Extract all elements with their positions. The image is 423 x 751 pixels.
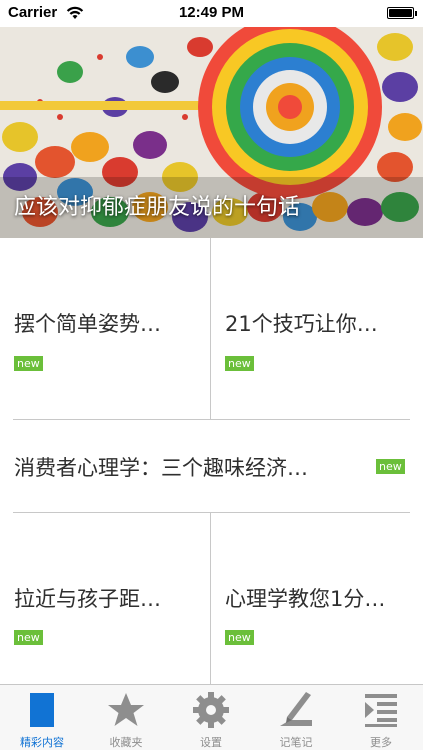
new-badge: new bbox=[225, 630, 254, 645]
article-card[interactable]: 摆个简单姿势… new bbox=[0, 238, 211, 419]
tab-notes[interactable]: 记笔记 bbox=[254, 685, 338, 751]
tab-more[interactable]: 更多 bbox=[339, 685, 423, 751]
battery-tip bbox=[415, 11, 417, 16]
gear-icon bbox=[193, 692, 229, 728]
new-badge: new bbox=[225, 356, 254, 371]
divider bbox=[210, 238, 211, 419]
article-title: 消费者心理学：三个趣味经济… bbox=[14, 456, 308, 480]
status-bar: Carrier 12:49 PM bbox=[0, 0, 423, 27]
pen-icon bbox=[280, 692, 312, 726]
article-card[interactable]: 拉近与孩子距… new bbox=[0, 513, 211, 684]
article-title: 拉近与孩子距… bbox=[14, 587, 161, 611]
tab-featured[interactable]: 精彩内容 bbox=[0, 685, 84, 751]
tab-label: 精彩内容 bbox=[20, 736, 64, 749]
article-title: 21个技巧让你… bbox=[225, 312, 378, 336]
tab-settings[interactable]: 设置 bbox=[169, 685, 253, 751]
tab-label: 记笔记 bbox=[279, 736, 313, 749]
divider bbox=[210, 513, 211, 684]
banner-caption: 应该对抑郁症朋友说的十句话 bbox=[14, 195, 301, 220]
article-card[interactable]: 消费者心理学：三个趣味经济… new bbox=[0, 420, 423, 512]
star-icon bbox=[108, 693, 144, 726]
tab-bar: 精彩内容 收藏夹 设置 记笔记 更多 bbox=[0, 684, 423, 750]
article-title: 摆个简单姿势… bbox=[14, 312, 161, 336]
tab-favorites[interactable]: 收藏夹 bbox=[84, 685, 168, 751]
article-card[interactable]: 心理学教您1分… new bbox=[211, 513, 423, 684]
tab-label: 设置 bbox=[200, 736, 222, 749]
article-card[interactable]: 21个技巧让你… new bbox=[211, 238, 423, 419]
new-badge: new bbox=[376, 459, 405, 474]
new-badge: new bbox=[14, 356, 43, 371]
tab-label: 收藏夹 bbox=[109, 736, 143, 749]
featured-banner[interactable]: 应该对抑郁症朋友说的十句话 bbox=[0, 27, 423, 238]
featured-icon bbox=[30, 693, 54, 727]
status-time: 12:49 PM bbox=[178, 4, 245, 21]
new-badge: new bbox=[14, 630, 43, 645]
article-title: 心理学教您1分… bbox=[225, 587, 386, 611]
tab-label: 更多 bbox=[370, 736, 392, 749]
more-list-icon bbox=[365, 694, 397, 727]
article-grid: 摆个简单姿势… new 21个技巧让你… new 消费者心理学：三个趣味经济… … bbox=[0, 238, 423, 684]
battery-icon bbox=[387, 7, 414, 19]
